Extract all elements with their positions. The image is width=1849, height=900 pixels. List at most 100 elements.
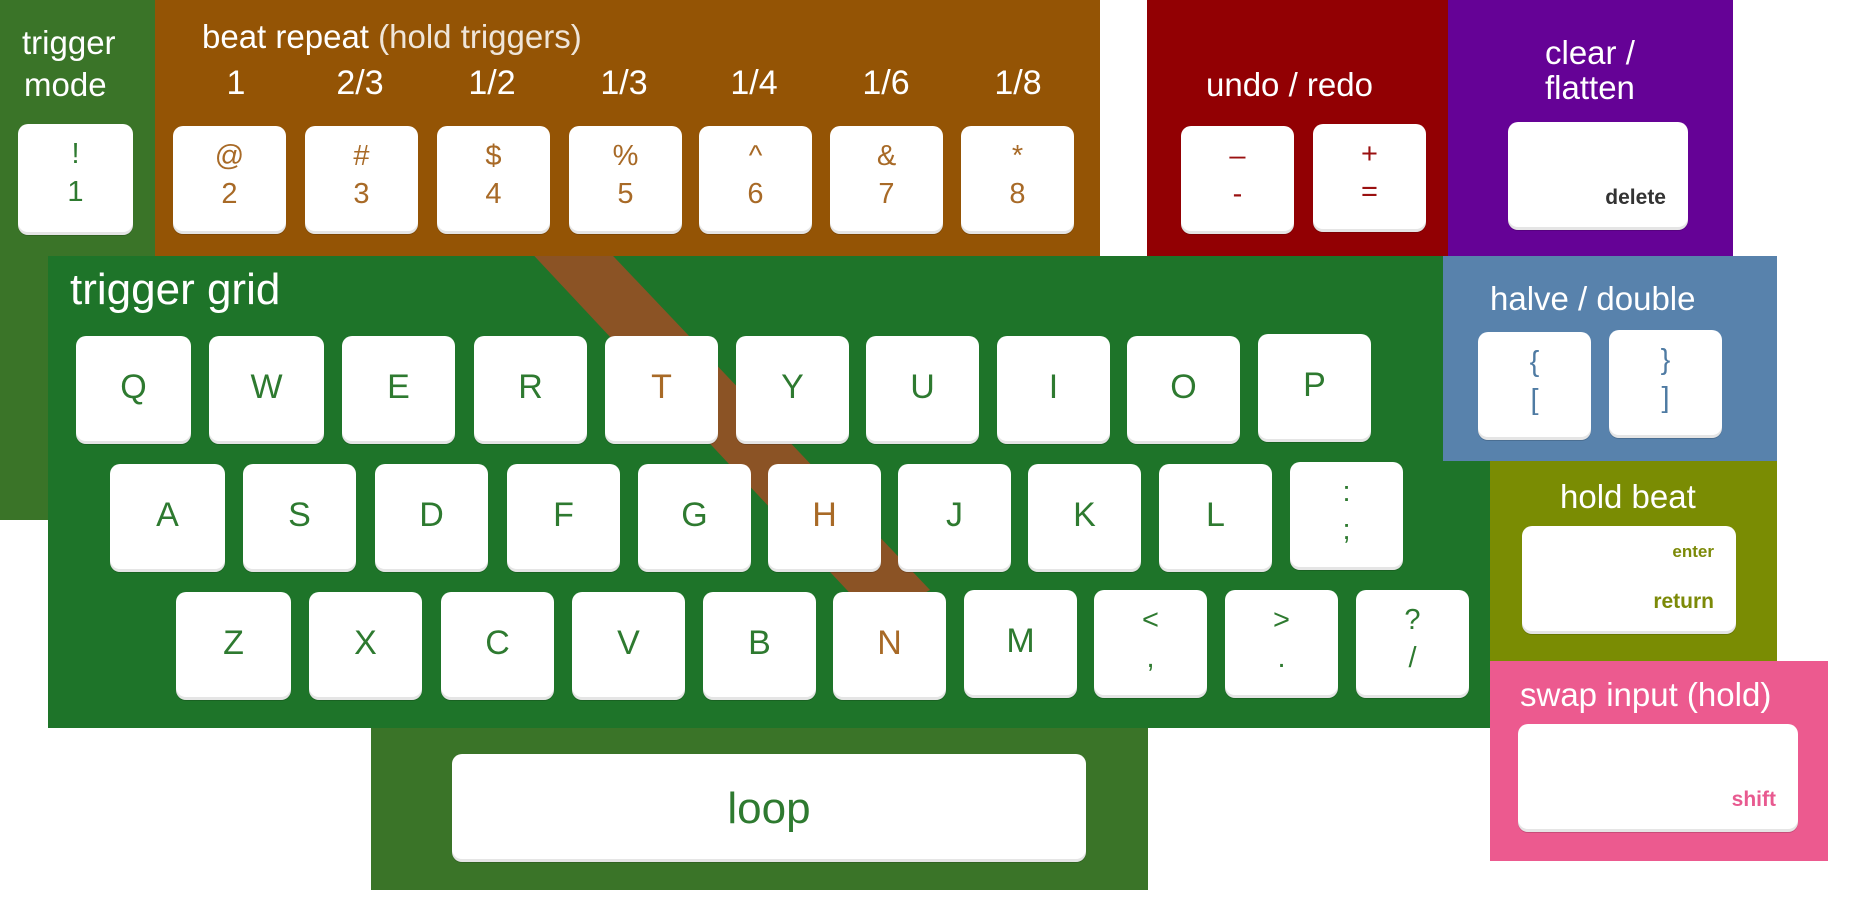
key-2[interactable]: @ 2 — [173, 126, 286, 234]
key-f[interactable]: F — [507, 464, 620, 572]
key-w[interactable]: W — [209, 336, 324, 444]
key-letter: Q — [120, 368, 147, 406]
key-z[interactable]: Z — [176, 592, 291, 700]
key-delete[interactable]: delete — [1508, 122, 1688, 230]
key-symbol: 2 — [221, 178, 238, 210]
key-shift-symbol: } — [1660, 344, 1671, 376]
key-q[interactable]: Q — [76, 336, 191, 444]
key-c[interactable]: C — [441, 592, 554, 700]
key-shift-symbol: < — [1142, 604, 1159, 636]
key-letter: T — [651, 368, 672, 406]
key-k[interactable]: K — [1028, 464, 1141, 572]
key-letter: R — [518, 368, 543, 406]
key-letter: K — [1073, 496, 1096, 534]
key-left-bracket[interactable]: { [ — [1478, 332, 1591, 440]
key-letter: L — [1206, 496, 1225, 534]
key-b[interactable]: B — [703, 592, 816, 700]
key-g[interactable]: G — [638, 464, 751, 572]
halve-double-title: halve / double — [1490, 280, 1696, 317]
key-letter: S — [288, 496, 311, 534]
key-right-bracket[interactable]: } ] — [1609, 330, 1722, 438]
key-s[interactable]: S — [243, 464, 356, 572]
key-n[interactable]: N — [833, 592, 946, 700]
key-shift-symbol: > — [1273, 604, 1290, 636]
key-1[interactable]: ! 1 — [18, 124, 133, 235]
key-semicolon[interactable]: : ; — [1290, 462, 1403, 570]
key-symbol: 6 — [747, 178, 764, 210]
key-enter-label: enter — [1672, 542, 1714, 561]
loop-label: loop — [727, 784, 811, 833]
key-equals[interactable]: + = — [1313, 124, 1426, 232]
key-symbol: , — [1146, 642, 1155, 674]
key-shift-symbol: – — [1229, 140, 1246, 172]
key-symbol: . — [1277, 642, 1286, 674]
key-letter: A — [156, 496, 179, 534]
fraction-label: 1/3 — [600, 64, 648, 102]
key-4[interactable]: $ 4 — [437, 126, 550, 234]
key-letter: W — [250, 368, 283, 406]
key-symbol: [ — [1530, 384, 1539, 416]
key-p[interactable]: P — [1258, 334, 1371, 442]
key-8[interactable]: * 8 — [961, 126, 1074, 234]
key-v[interactable]: V — [572, 592, 685, 700]
key-shift-symbol: { — [1529, 346, 1540, 378]
loop-spacebar[interactable]: loop — [452, 754, 1086, 862]
key-symbol: 7 — [878, 178, 895, 210]
fraction-label: 1 — [226, 64, 246, 102]
hold-beat-title: hold beat — [1560, 478, 1696, 515]
key-period[interactable]: > . — [1225, 590, 1338, 698]
beat-repeat-title: beat repeat (hold triggers) — [202, 18, 582, 56]
key-3[interactable]: # 3 — [305, 126, 418, 234]
key-5[interactable]: % 5 — [569, 126, 682, 234]
key-m[interactable]: M — [964, 590, 1077, 698]
key-e[interactable]: E — [342, 336, 455, 444]
key-minus[interactable]: – - — [1181, 126, 1294, 234]
key-shift-symbol: : — [1342, 476, 1351, 508]
key-t[interactable]: T — [605, 336, 718, 444]
trigger-mode-title-line2: mode — [24, 66, 107, 103]
key-h[interactable]: H — [768, 464, 881, 572]
key-letter: H — [812, 496, 837, 534]
key-letter: E — [387, 368, 410, 406]
key-shift-symbol: @ — [214, 140, 245, 172]
key-o[interactable]: O — [1127, 336, 1240, 444]
key-return[interactable]: enter return — [1522, 526, 1736, 634]
key-u[interactable]: U — [866, 336, 979, 444]
key-l[interactable]: L — [1159, 464, 1272, 572]
key-symbol: ] — [1661, 382, 1670, 414]
key-i[interactable]: I — [997, 336, 1110, 444]
key-symbol: = — [1361, 176, 1378, 208]
key-d[interactable]: D — [375, 464, 488, 572]
key-shift-symbol: # — [353, 140, 370, 172]
key-shift[interactable]: shift — [1518, 724, 1798, 832]
key-letter: O — [1170, 368, 1197, 406]
key-shift-label: shift — [1731, 788, 1776, 811]
key-shift-symbol: * — [1011, 140, 1024, 172]
key-shift-symbol: ^ — [748, 140, 763, 172]
key-symbol: 5 — [617, 178, 634, 210]
key-slash[interactable]: ? / — [1356, 590, 1469, 698]
key-letter: C — [485, 624, 510, 662]
key-symbol: - — [1232, 178, 1243, 210]
key-letter: V — [617, 624, 640, 662]
fraction-label: 1/4 — [730, 64, 778, 102]
key-a[interactable]: A — [110, 464, 225, 572]
key-shift-symbol: $ — [485, 140, 502, 172]
key-symbol: 1 — [67, 176, 84, 208]
key-symbol: ; — [1342, 514, 1351, 546]
beat-repeat-subtitle: (hold triggers) — [378, 18, 582, 55]
key-j[interactable]: J — [898, 464, 1011, 572]
key-delete-label: delete — [1605, 186, 1666, 209]
key-y[interactable]: Y — [736, 336, 849, 444]
clear-flatten-title-line2: flatten — [1545, 69, 1635, 106]
key-letter: U — [910, 368, 935, 406]
key-7[interactable]: & 7 — [830, 126, 943, 234]
key-symbol: 3 — [353, 178, 370, 210]
key-x[interactable]: X — [309, 592, 422, 700]
key-r[interactable]: R — [474, 336, 587, 444]
key-symbol: 8 — [1009, 178, 1026, 210]
key-6[interactable]: ^ 6 — [699, 126, 812, 234]
key-letter: N — [877, 624, 902, 662]
key-shift-symbol: % — [612, 140, 639, 172]
key-comma[interactable]: < , — [1094, 590, 1207, 698]
